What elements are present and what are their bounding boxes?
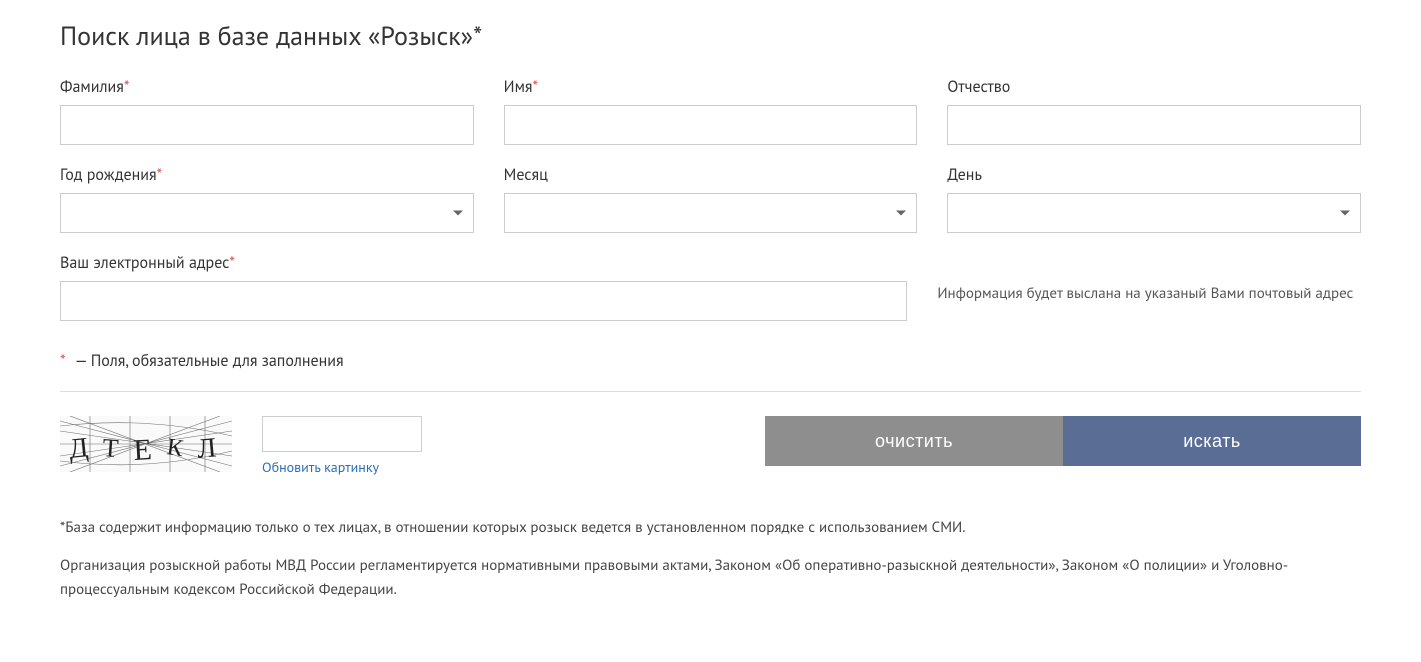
required-marker: * bbox=[157, 165, 163, 185]
patronymic-label: Отчество bbox=[947, 77, 1361, 97]
caret-down-icon bbox=[453, 211, 463, 216]
required-marker: * bbox=[229, 253, 235, 273]
required-marker: * bbox=[124, 77, 130, 97]
birth-year-select[interactable] bbox=[60, 193, 474, 233]
surname-label: Фамилия* bbox=[60, 77, 474, 97]
name-label-text: Имя bbox=[504, 77, 533, 97]
birth-year-label-text: Год рождения bbox=[60, 165, 157, 185]
svg-text:Л: Л bbox=[196, 432, 218, 465]
birth-year-label: Год рождения* bbox=[60, 165, 474, 185]
caret-down-icon bbox=[1340, 211, 1350, 216]
patronymic-input[interactable] bbox=[947, 105, 1361, 145]
month-label: Месяц bbox=[504, 165, 918, 185]
required-fields-note: * — Поля, обязательные для заполнения bbox=[60, 351, 1361, 371]
email-info-note: Информация будет выслана на указаный Вам… bbox=[937, 279, 1361, 306]
email-label-text: Ваш электронный адрес bbox=[60, 253, 229, 273]
surname-input[interactable] bbox=[60, 105, 474, 145]
name-input[interactable] bbox=[504, 105, 918, 145]
name-label: Имя* bbox=[504, 77, 918, 97]
page-title: Поиск лица в базе данных «Розыск»* bbox=[60, 20, 1361, 53]
surname-label-text: Фамилия bbox=[60, 77, 124, 97]
required-marker: * bbox=[60, 351, 66, 371]
required-marker: * bbox=[533, 77, 539, 97]
required-note-text: — Поля, обязательные для заполнения bbox=[75, 351, 344, 371]
day-label-text: День bbox=[947, 165, 982, 185]
captcha-input[interactable] bbox=[262, 416, 422, 452]
search-button[interactable]: искать bbox=[1063, 416, 1361, 466]
captcha-image: Д Т Е К Л bbox=[60, 416, 232, 472]
caret-down-icon bbox=[896, 211, 906, 216]
email-input[interactable] bbox=[60, 281, 907, 321]
svg-text:Е: Е bbox=[133, 433, 153, 467]
clear-button[interactable]: очистить bbox=[765, 416, 1063, 466]
captcha-refresh-link[interactable]: Обновить картинку bbox=[262, 458, 422, 476]
footnote-1: *База содержит информацию только о тех л… bbox=[60, 516, 1361, 540]
svg-text:Т: Т bbox=[102, 433, 120, 463]
month-select[interactable] bbox=[504, 193, 918, 233]
svg-text:Д: Д bbox=[67, 432, 89, 465]
divider bbox=[60, 391, 1361, 392]
day-label: День bbox=[947, 165, 1361, 185]
email-label: Ваш электронный адрес* bbox=[60, 253, 907, 273]
footnote-2: Организация розыскной работы МВД России … bbox=[60, 554, 1361, 602]
day-select[interactable] bbox=[947, 193, 1361, 233]
month-label-text: Месяц bbox=[504, 165, 548, 185]
patronymic-label-text: Отчество bbox=[947, 77, 1010, 97]
